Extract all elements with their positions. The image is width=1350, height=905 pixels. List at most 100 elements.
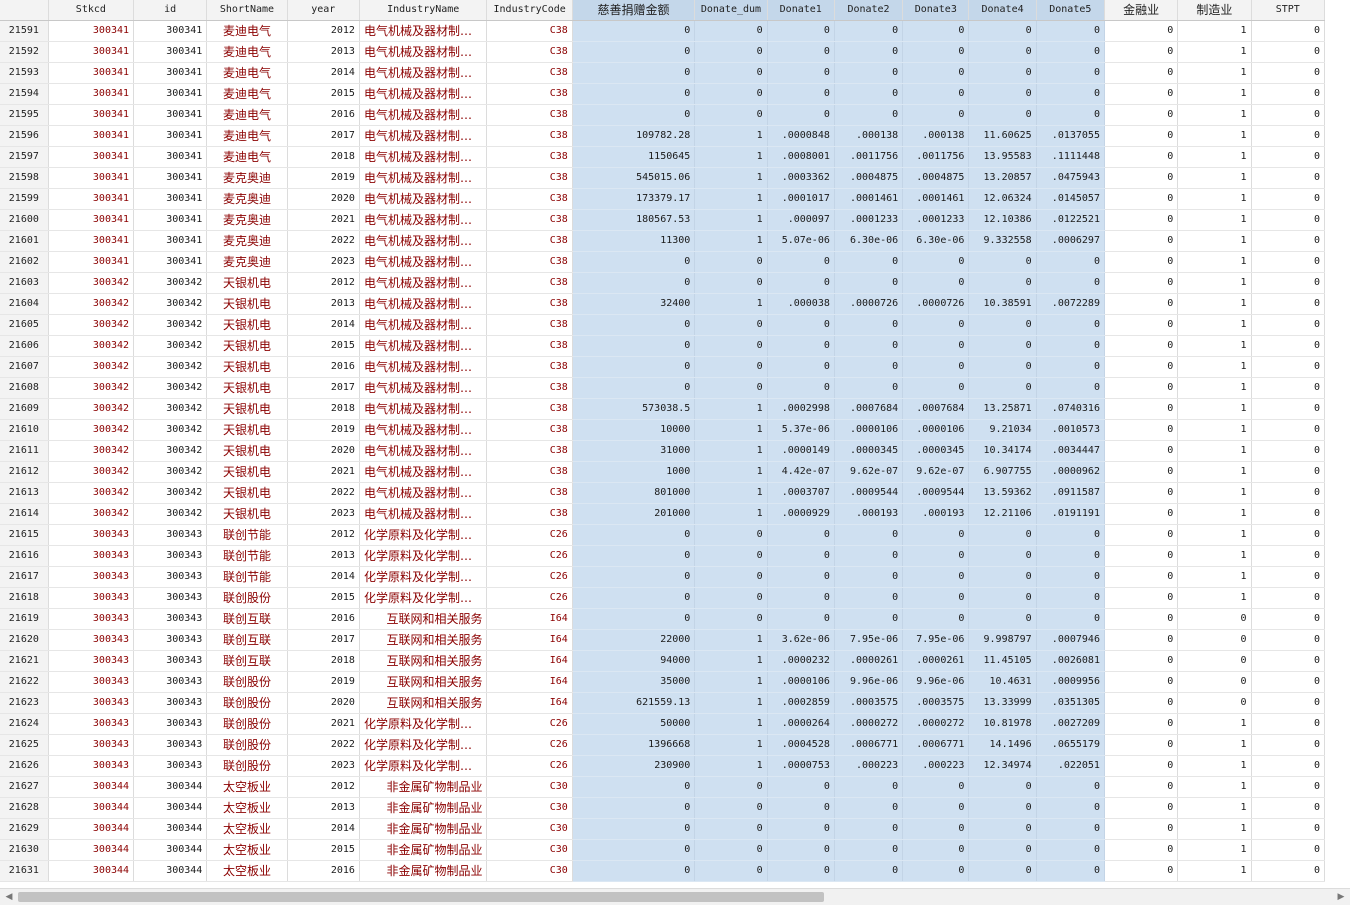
cell-donate1[interactable]: 0 [767,566,835,588]
cell-industrycode[interactable]: C38 [486,20,573,42]
cell-industryname[interactable]: 化学原料及化学制品… [359,524,488,546]
cell-industrycode[interactable]: C38 [486,440,573,462]
cell-year[interactable]: 2012 [287,524,360,546]
cell-industryname[interactable]: 化学原料及化学制品… [359,566,488,588]
row-number-cell[interactable]: 21619 [0,608,49,630]
cell-donate1[interactable]: 0 [767,797,835,819]
cell-finance[interactable]: 0 [1104,818,1179,840]
cell-donation-amount[interactable]: 0 [572,20,696,42]
cell-finance[interactable]: 0 [1104,62,1179,84]
cell-finance[interactable]: 0 [1104,125,1179,147]
cell-year[interactable]: 2021 [287,713,360,735]
cell-industrycode[interactable]: C38 [486,146,573,168]
cell-donate-dum[interactable]: 1 [694,503,768,525]
cell-donate2[interactable]: 0 [834,524,904,546]
cell-donate2[interactable]: .0001233 [834,209,904,231]
cell-year[interactable]: 2020 [287,188,360,210]
cell-donate-dum[interactable]: 1 [694,482,768,504]
cell-donate1[interactable]: 0 [767,545,835,567]
cell-stpt[interactable]: 0 [1251,209,1326,231]
cell-donation-amount[interactable]: 0 [572,251,696,273]
column-header-finance[interactable]: 金融业 [1104,0,1179,21]
cell-manufacturing[interactable]: 1 [1177,524,1252,546]
cell-donate5[interactable]: .0351305 [1036,692,1105,714]
cell-donate5[interactable]: 0 [1036,776,1105,798]
table-row[interactable]: 21608 300342 300342 天银机电 2017 电气机械及器材制造… C38 0 0… [0,377,1326,399]
cell-id[interactable]: 300342 [133,461,208,483]
column-header-donate-dum[interactable]: Donate_dum [694,0,768,21]
cell-stpt[interactable]: 0 [1251,650,1326,672]
cell-stpt[interactable]: 0 [1251,755,1326,777]
cell-donate5[interactable]: 0 [1036,335,1105,357]
cell-id[interactable]: 300341 [133,41,208,63]
cell-industryname[interactable]: 化学原料及化学制品… [359,734,488,756]
table-row[interactable]: 21609 300342 300342 天银机电 2018 电气机械及器材制造… C38 57… [0,398,1326,420]
table-row[interactable]: 21595 300341 300341 麦迪电气 2016 电气机械及器材制造… C38 0 0… [0,104,1326,126]
cell-donate4[interactable]: 10.4631 [968,671,1037,693]
cell-donate3[interactable]: .0011756 [902,146,970,168]
cell-donation-amount[interactable]: 11300 [572,230,696,252]
cell-donate-dum[interactable]: 1 [694,650,768,672]
cell-donate-dum[interactable]: 0 [694,41,768,63]
cell-industryname[interactable]: 互联网和相关服务 [359,629,488,651]
cell-finance[interactable]: 0 [1104,398,1179,420]
cell-finance[interactable]: 0 [1104,419,1179,441]
cell-donate2[interactable]: 0 [834,860,904,882]
cell-stpt[interactable]: 0 [1251,860,1326,882]
row-number-cell[interactable]: 21606 [0,335,49,357]
cell-donation-amount[interactable]: 0 [572,83,696,105]
column-header-donation-amount[interactable]: 慈善捐赠金额 [572,0,696,21]
cell-stpt[interactable]: 0 [1251,377,1326,399]
cell-donate3[interactable]: 6.30e-06 [902,230,970,252]
cell-shortname[interactable]: 联创股份 [206,755,288,777]
row-number-cell[interactable]: 21598 [0,167,49,189]
cell-industryname[interactable]: 互联网和相关服务 [359,608,488,630]
cell-donation-amount[interactable]: 0 [572,356,696,378]
table-row[interactable]: 21597 300341 300341 麦迪电气 2018 电气机械及器材制造… C38 11… [0,146,1326,168]
row-number-cell[interactable]: 21595 [0,104,49,126]
cell-shortname[interactable]: 联创股份 [206,587,288,609]
cell-donate2[interactable]: .0000726 [834,293,904,315]
cell-stkcd[interactable]: 300342 [48,335,135,357]
cell-stkcd[interactable]: 300341 [48,209,135,231]
cell-donate2[interactable]: 6.30e-06 [834,230,904,252]
cell-shortname[interactable]: 天银机电 [206,440,288,462]
cell-donation-amount[interactable]: 0 [572,272,696,294]
table-row[interactable]: 21600 300341 300341 麦克奥迪 2021 电气机械及器材制造… C38 18… [0,209,1326,231]
row-number-cell[interactable]: 21620 [0,629,49,651]
cell-shortname[interactable]: 麦克奥迪 [206,230,288,252]
cell-donate5[interactable]: .0072289 [1036,293,1105,315]
cell-industrycode[interactable]: I64 [486,608,573,630]
column-header-donate1[interactable]: Donate1 [767,0,835,21]
column-header-donate2[interactable]: Donate2 [834,0,904,21]
cell-shortname[interactable]: 天银机电 [206,461,288,483]
table-row[interactable]: 21630 300344 300344 太空板业 2015 非金属矿物制品业 C30 0 0 0 0… [0,839,1326,861]
cell-donate1[interactable]: .000097 [767,209,835,231]
cell-donate2[interactable]: .0011756 [834,146,904,168]
cell-shortname[interactable]: 麦迪电气 [206,83,288,105]
cell-industryname[interactable]: 电气机械及器材制造… [359,83,488,105]
cell-industrycode[interactable]: I64 [486,629,573,651]
cell-stkcd[interactable]: 300343 [48,671,135,693]
cell-donate-dum[interactable]: 0 [694,776,768,798]
cell-donate5[interactable]: .0740316 [1036,398,1105,420]
cell-donate4[interactable]: 11.60625 [968,125,1037,147]
column-header-donate4[interactable]: Donate4 [968,0,1037,21]
cell-year[interactable]: 2015 [287,335,360,357]
cell-donate4[interactable]: 0 [968,587,1037,609]
cell-donate5[interactable]: 0 [1036,62,1105,84]
cell-donate3[interactable]: 0 [902,62,970,84]
cell-donate2[interactable]: 0 [834,818,904,840]
cell-donate2[interactable]: 0 [834,545,904,567]
cell-stpt[interactable]: 0 [1251,398,1326,420]
cell-shortname[interactable]: 联创互联 [206,650,288,672]
cell-shortname[interactable]: 联创股份 [206,692,288,714]
cell-stkcd[interactable]: 300341 [48,188,135,210]
cell-donation-amount[interactable]: 35000 [572,671,696,693]
row-number-cell[interactable]: 21628 [0,797,49,819]
cell-donate-dum[interactable]: 1 [694,692,768,714]
cell-donation-amount[interactable]: 180567.53 [572,209,696,231]
cell-id[interactable]: 300342 [133,440,208,462]
cell-id[interactable]: 300341 [133,230,208,252]
row-number-cell[interactable]: 21609 [0,398,49,420]
